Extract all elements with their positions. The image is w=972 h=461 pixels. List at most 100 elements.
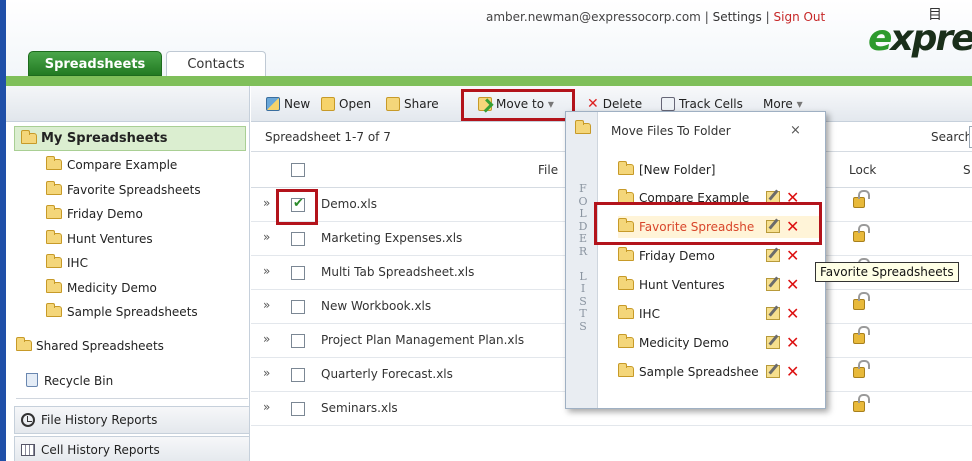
row-checkbox[interactable] bbox=[291, 232, 305, 246]
expand-icon[interactable]: » bbox=[263, 264, 270, 278]
folder-icon bbox=[46, 205, 62, 219]
folder-name: Hunt Ventures bbox=[639, 278, 725, 292]
share-folder-icon bbox=[386, 97, 400, 111]
new-button[interactable]: New bbox=[266, 95, 310, 113]
file-name[interactable]: Multi Tab Spreadsheet.xls bbox=[321, 265, 474, 279]
folder-icon bbox=[618, 305, 634, 319]
recycle-bin-icon bbox=[26, 373, 38, 387]
column-s[interactable]: S bbox=[963, 163, 971, 177]
expand-icon[interactable]: » bbox=[263, 366, 270, 380]
file-name[interactable]: Marketing Expenses.xls bbox=[321, 231, 462, 245]
folder-name: Friday Demo bbox=[639, 249, 715, 263]
logo-text: expres bbox=[868, 18, 972, 59]
cell-history-reports[interactable]: Cell History Reports bbox=[14, 436, 250, 461]
row-checkbox[interactable] bbox=[291, 266, 305, 280]
delete-icon[interactable]: ✕ bbox=[786, 274, 799, 296]
side-letter: I bbox=[580, 282, 586, 295]
delete-icon[interactable]: ✕ bbox=[786, 332, 799, 354]
share-button[interactable]: Share bbox=[386, 95, 439, 113]
side-letter: R bbox=[578, 244, 588, 258]
close-icon[interactable]: × bbox=[790, 123, 801, 138]
open-button[interactable]: Open bbox=[321, 95, 371, 113]
folder-icon bbox=[46, 278, 62, 293]
folder-icon bbox=[618, 363, 634, 377]
new-file-icon bbox=[266, 97, 280, 111]
user-email: amber.newman@expressocorp.com bbox=[486, 10, 701, 24]
file-name[interactable]: Demo.xls bbox=[321, 197, 377, 211]
select-all-checkbox[interactable] bbox=[291, 163, 305, 177]
expand-icon[interactable]: » bbox=[263, 196, 270, 210]
sidebar-my-spreadsheets[interactable]: My Spreadsheets bbox=[14, 126, 246, 151]
edit-icon[interactable] bbox=[766, 336, 780, 349]
lock-icon[interactable] bbox=[853, 224, 870, 242]
lock-icon[interactable] bbox=[853, 326, 870, 344]
move-folder-item[interactable]: Friday Demo ✕ bbox=[618, 245, 822, 267]
move-folder-item[interactable]: Sample Spreadshee ✕ bbox=[618, 361, 822, 383]
side-letter: E bbox=[578, 232, 588, 245]
expand-icon[interactable]: » bbox=[263, 230, 270, 244]
expand-icon[interactable]: » bbox=[263, 332, 270, 346]
sidebar-folder[interactable]: Compare Example bbox=[46, 155, 177, 175]
sidebar-shared-spreadsheets[interactable]: Shared Spreadsheets bbox=[16, 336, 164, 356]
side-letter: S bbox=[579, 319, 587, 333]
move-folder-item[interactable]: Medicity Demo ✕ bbox=[618, 332, 822, 354]
side-letter: F bbox=[579, 182, 587, 195]
edit-icon[interactable] bbox=[766, 365, 780, 378]
settings-link[interactable]: Settings bbox=[713, 10, 762, 24]
side-letter: O bbox=[578, 194, 588, 208]
signout-link[interactable]: Sign Out bbox=[774, 10, 826, 24]
sidebar-folder[interactable]: Medicity Demo bbox=[46, 278, 157, 298]
user-bar: amber.newman@expressocorp.com | Settings… bbox=[486, 10, 826, 24]
lock-icon[interactable] bbox=[853, 292, 870, 310]
row-checkbox[interactable] bbox=[291, 368, 305, 382]
delete-icon[interactable]: ✕ bbox=[786, 245, 799, 267]
move-to-highlight bbox=[461, 89, 575, 121]
search-label: Search: bbox=[931, 130, 972, 144]
new-folder-item[interactable]: [New Folder] bbox=[618, 159, 822, 181]
file-history-reports[interactable]: File History Reports bbox=[14, 406, 250, 434]
folder-lists-strip: FOLDERLISTS bbox=[566, 112, 598, 408]
folder-icon bbox=[46, 254, 62, 268]
sidebar-folder[interactable]: IHC bbox=[46, 253, 88, 273]
move-folder-item[interactable]: Hunt Ventures ✕ bbox=[618, 274, 822, 296]
tab-contacts[interactable]: Contacts bbox=[166, 51, 266, 76]
move-folder-item[interactable]: IHC ✕ bbox=[618, 303, 822, 325]
side-letter: D bbox=[578, 219, 588, 233]
side-letter: S bbox=[579, 294, 587, 308]
row-checkbox[interactable] bbox=[291, 300, 305, 314]
folder-name: Medicity Demo bbox=[639, 336, 729, 350]
row-checkbox[interactable] bbox=[291, 334, 305, 348]
lock-icon[interactable] bbox=[853, 360, 870, 378]
expand-icon[interactable]: » bbox=[263, 298, 270, 312]
edit-icon[interactable] bbox=[766, 249, 780, 262]
tab-strip bbox=[6, 76, 972, 86]
row-checkbox[interactable] bbox=[291, 402, 305, 416]
column-file[interactable]: File bbox=[538, 163, 558, 177]
favorite-folder-highlight bbox=[594, 202, 822, 245]
side-letter: L bbox=[579, 269, 587, 283]
lock-icon[interactable] bbox=[853, 394, 870, 412]
sidebar-folder[interactable]: Hunt Ventures bbox=[46, 229, 153, 249]
tab-spreadsheets[interactable]: Spreadsheets bbox=[28, 51, 162, 76]
sidebar-folder[interactable]: Favorite Spreadsheets bbox=[46, 180, 201, 200]
folder-icon bbox=[618, 334, 634, 348]
file-name[interactable]: Quarterly Forecast.xls bbox=[321, 367, 453, 381]
file-name[interactable]: New Workbook.xls bbox=[321, 299, 431, 313]
file-name[interactable]: Seminars.xls bbox=[321, 401, 398, 415]
expand-icon[interactable]: » bbox=[263, 400, 270, 414]
sidebar-folder[interactable]: Sample Spreadsheets bbox=[46, 302, 198, 322]
column-lock[interactable]: Lock bbox=[849, 163, 876, 177]
lock-icon[interactable] bbox=[853, 190, 870, 208]
expresso-logo: 目 expres bbox=[858, 4, 972, 64]
demo-checkbox-highlight bbox=[276, 189, 318, 225]
delete-icon[interactable]: ✕ bbox=[786, 303, 799, 325]
clock-icon bbox=[21, 413, 35, 427]
sidebar-recycle-bin[interactable]: Recycle Bin bbox=[26, 371, 113, 391]
delete-icon[interactable]: ✕ bbox=[786, 361, 799, 383]
edit-icon[interactable] bbox=[766, 278, 780, 291]
edit-icon[interactable] bbox=[766, 307, 780, 320]
sidebar-folder[interactable]: Friday Demo bbox=[46, 204, 143, 224]
grid-icon bbox=[21, 444, 35, 456]
folder-icon bbox=[46, 156, 62, 170]
file-name[interactable]: Project Plan Management Plan.xls bbox=[321, 333, 524, 347]
